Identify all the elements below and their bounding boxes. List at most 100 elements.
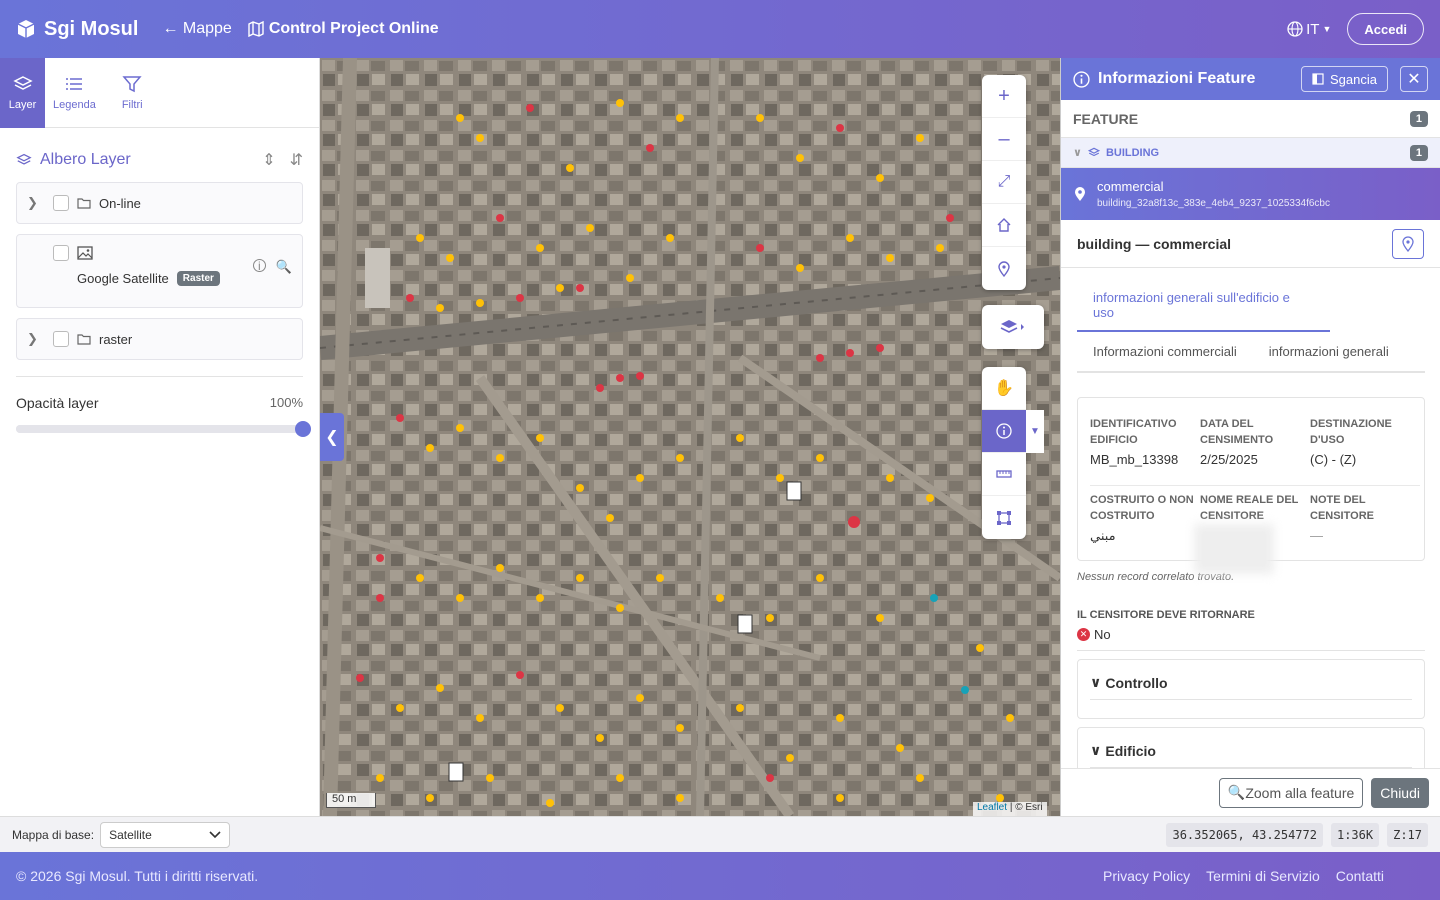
close-panel-button[interactable]: ✕ — [1400, 66, 1428, 92]
language-label: IT — [1306, 20, 1320, 38]
arrow-left-icon: ← — [162, 20, 179, 37]
folder-icon — [77, 334, 91, 345]
feature-detail-title: building — commercial — [1077, 235, 1232, 252]
detach-icon — [1312, 73, 1324, 85]
collapse-all-icon[interactable]: ⇵ — [290, 150, 303, 170]
section-title: Controllo — [1105, 674, 1168, 691]
field-building-id: IDENTIFICATIVO EDIFICIO MB_mb_13398 — [1090, 410, 1200, 486]
return-required-label: IL CENSITORE DEVE RITORNARE — [1077, 609, 1255, 621]
zoom-to-feature-label: Zoom alla feature — [1245, 784, 1355, 801]
privacy-policy-link[interactable]: Privacy Policy — [1103, 868, 1190, 884]
tab-filters[interactable]: Filtri — [118, 58, 147, 128]
field-label: NOME REALE DEL CENSITORE — [1200, 494, 1299, 522]
image-icon — [77, 246, 93, 260]
pan-tool-button[interactable]: ✋ — [982, 367, 1026, 410]
leaflet-link[interactable]: Leaflet — [977, 802, 1007, 813]
detail-tabs: Informazioni commerciali informazioni ge… — [1077, 332, 1425, 373]
field-value: مبني — [1090, 528, 1116, 543]
field-value: (C) - (Z) — [1310, 452, 1357, 467]
select-area-button[interactable] — [982, 496, 1026, 539]
folder-icon — [77, 198, 91, 209]
expand-all-icon[interactable]: ⇕ — [262, 150, 275, 170]
chevron-right-icon[interactable]: ❯ — [27, 195, 43, 211]
feature-info-panel: Informazioni Feature Sgancia ✕ FEATURE 1… — [1060, 58, 1440, 816]
globe-icon — [1287, 21, 1303, 37]
tab-legend[interactable]: Legenda — [49, 58, 100, 128]
layer-node-online[interactable]: ❯ On-line — [16, 182, 303, 224]
contacts-link[interactable]: Contatti — [1336, 868, 1384, 884]
tab-general-building-info[interactable]: informazioni generali sull'edificio e us… — [1077, 290, 1330, 332]
field-value: 2/25/2025 — [1200, 452, 1258, 467]
zoom-out-button[interactable]: – — [982, 118, 1026, 161]
maps-link[interactable]: ← Mappe — [162, 20, 231, 38]
layer-group-header[interactable]: ∨ BUILDING 1 — [1061, 138, 1440, 168]
info-icon[interactable]: i — [252, 259, 266, 273]
layer-node-google-satellite[interactable]: Google Satellite Raster i 🔍 — [16, 234, 303, 308]
basemap-select[interactable]: Satellite — [100, 821, 231, 848]
layer-node-raster[interactable]: ❯ raster — [16, 318, 303, 360]
feature-header: FEATURE — [1073, 110, 1139, 127]
map-toolbar-top: + – ⤢ — [982, 75, 1026, 290]
opacity-slider[interactable] — [16, 421, 311, 437]
collapse-panel-button[interactable]: ❮ — [320, 413, 344, 461]
feature-list-item[interactable]: commercial building_32a8f13c_383e_4eb4_9… — [1061, 168, 1440, 220]
detach-button[interactable]: Sgancia — [1301, 66, 1388, 92]
zoom-to-layer-icon[interactable]: 🔍 — [276, 259, 292, 275]
chevron-right-icon[interactable]: ❯ — [27, 331, 43, 347]
caret-down-icon: ▼ — [1030, 426, 1040, 437]
layer-group-name: BUILDING — [1105, 146, 1160, 159]
section-controllo[interactable]: ∨ Controllo — [1077, 659, 1425, 719]
feature-count-row: FEATURE 1 — [1061, 100, 1440, 138]
chevron-down-icon: ∨ — [1090, 742, 1102, 758]
locate-button[interactable] — [982, 247, 1026, 290]
zoom-to-feature-button[interactable]: 🔍 Zoom alla feature — [1218, 777, 1364, 808]
brand-name: Sgi Mosul — [44, 17, 139, 40]
section-edificio[interactable]: ∨ Edificio — [1077, 727, 1425, 768]
zoom-in-icon: + — [998, 84, 1010, 107]
brand[interactable]: Sgi Mosul — [16, 18, 138, 41]
login-button[interactable]: Accedi — [1347, 13, 1424, 45]
info-tool-dropdown[interactable]: ▼ — [1026, 410, 1044, 453]
pan-hand-icon: ✋ — [994, 380, 1014, 397]
info-icon — [996, 423, 1012, 439]
ruler-icon — [996, 470, 1012, 478]
home-button[interactable] — [982, 204, 1026, 247]
info-tool-button[interactable] — [982, 410, 1026, 453]
fullscreen-button[interactable]: ⤢ — [982, 161, 1026, 204]
close-icon: ✕ — [1407, 71, 1421, 88]
opacity-value: 100% — [269, 395, 303, 410]
locate-icon — [998, 260, 1010, 277]
map-canvas[interactable]: 50 m Leaflet | © Esri — [320, 58, 1060, 816]
fields-card: IDENTIFICATIVO EDIFICIO MB_mb_13398 DATA… — [1077, 397, 1425, 574]
x-circle-icon: ✕ — [1077, 628, 1090, 641]
map-icon — [248, 21, 264, 37]
tab-commercial-info[interactable]: Informazioni commerciali — [1093, 344, 1237, 359]
terms-link[interactable]: Termini di Servizio — [1206, 868, 1320, 884]
close-button[interactable]: Chiudi — [1371, 777, 1429, 808]
project-title[interactable]: Control Project Online — [248, 20, 439, 38]
opacity-slider-handle[interactable] — [295, 421, 311, 437]
layer-checkbox[interactable] — [53, 245, 69, 261]
layer-checkbox[interactable] — [53, 331, 69, 347]
layer-switcher[interactable] — [982, 305, 1044, 349]
zoom-in-button[interactable]: + — [982, 75, 1026, 118]
cube-icon — [17, 20, 35, 38]
scale-bar: 50 m — [326, 793, 376, 808]
layer-checkbox[interactable] — [53, 195, 69, 211]
chevron-down-icon — [209, 830, 221, 838]
maps-link-label: Mappe — [182, 20, 232, 37]
opacity-label: Opacità layer — [16, 395, 99, 411]
field-label: COSTRUITO O NON COSTRUITO — [1090, 494, 1194, 522]
layers-icon — [1087, 147, 1100, 157]
language-selector[interactable]: IT ▼ — [1287, 21, 1331, 38]
coordinates-readout: 36.352065, 43.254772 — [1166, 822, 1323, 847]
measure-tool-button[interactable] — [982, 453, 1026, 496]
tab-general-info[interactable]: informazioni generali — [1269, 344, 1389, 359]
info-icon — [1073, 70, 1090, 88]
feature-detail-body[interactable]: informazioni generali sull'edificio e us… — [1061, 268, 1440, 768]
field-value: MB_mb_13398 — [1090, 452, 1179, 467]
tab-layer[interactable]: Layer — [0, 58, 45, 128]
select-area-icon — [997, 510, 1011, 525]
locate-feature-button[interactable] — [1392, 228, 1424, 259]
caret-down-icon: ▼ — [1322, 24, 1332, 34]
